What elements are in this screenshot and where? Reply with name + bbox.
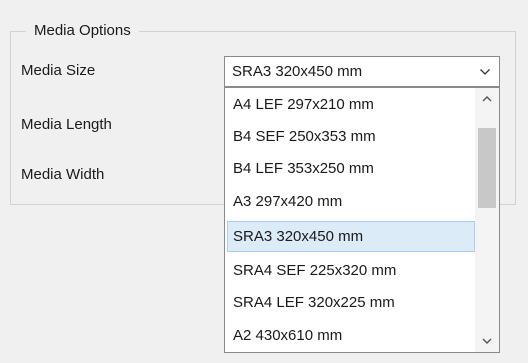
dropdown-option[interactable]: SRA4 LEF 320x225 mm: [227, 287, 475, 318]
media-size-label: Media Size: [21, 62, 96, 79]
scroll-thumb[interactable]: [478, 128, 496, 208]
media-size-selected-value: SRA3 320x450 mm: [232, 63, 363, 80]
dropdown-scrollbar[interactable]: [475, 88, 499, 352]
dropdown-option[interactable]: B4 SEF 250x353 mm: [227, 121, 475, 152]
dropdown-option[interactable]: A2 430x610 mm: [227, 320, 475, 351]
dropdown-option[interactable]: SRA4 SEF 225x320 mm: [227, 255, 475, 286]
media-size-dropdown-list: A4 LEF 297x210 mm B4 SEF 250x353 mm B4 L…: [224, 87, 500, 353]
scroll-up-button[interactable]: [475, 88, 499, 110]
chevron-down-icon[interactable]: [479, 66, 491, 78]
media-width-label: Media Width: [21, 166, 105, 183]
media-size-combobox[interactable]: SRA3 320x450 mm: [224, 56, 500, 87]
dropdown-option-selected[interactable]: SRA3 320x450 mm: [227, 221, 475, 252]
scroll-down-button[interactable]: [475, 330, 499, 352]
dropdown-option[interactable]: A4 LEF 297x210 mm: [227, 89, 475, 120]
scroll-up-arrow-icon: [482, 96, 492, 102]
dropdown-option[interactable]: A3 297x420 mm: [227, 186, 475, 217]
dropdown-option[interactable]: B4 LEF 353x250 mm: [227, 153, 475, 184]
scroll-down-arrow-icon: [482, 338, 492, 344]
media-length-label: Media Length: [21, 116, 112, 133]
media-options-title: Media Options: [26, 19, 139, 43]
